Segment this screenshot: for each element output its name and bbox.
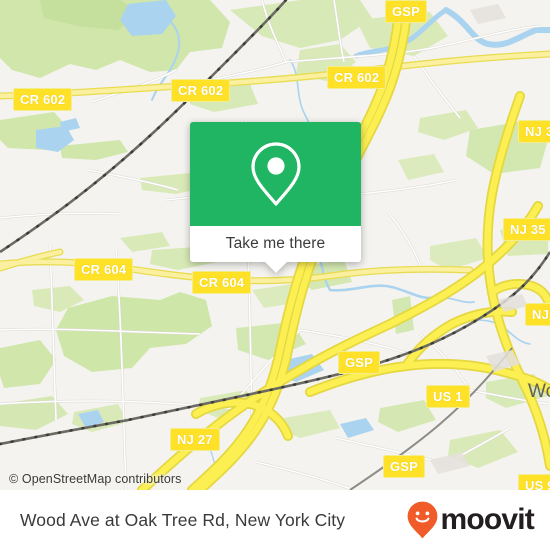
- moovit-pin-icon: [408, 501, 438, 539]
- road-shield-gsp: GSP: [385, 0, 428, 23]
- road-shield-nj35: NJ 35: [518, 120, 550, 143]
- road-shield-gsp: GSP: [338, 351, 381, 374]
- footer-bar: Wood Ave at Oak Tree Rd, New York City m…: [0, 490, 550, 550]
- road-shield-cr602: CR 602: [327, 66, 387, 89]
- road-shield-cr602: CR 602: [13, 88, 73, 111]
- road-shield-nj35: NJ 35: [503, 218, 550, 241]
- place-label-woodbridge: Wo: [528, 381, 550, 402]
- map-attribution: © OpenStreetMap contributors: [9, 472, 182, 486]
- road-shield-us9: US 9: [518, 474, 550, 490]
- road-shield-us1: US 1: [426, 385, 470, 408]
- moovit-wordmark: moovit: [440, 503, 534, 536]
- moovit-logo: moovit: [406, 500, 535, 540]
- location-title: Wood Ave at Oak Tree Rd, New York City: [20, 509, 346, 530]
- map-pin-icon: [250, 142, 301, 206]
- road-shield-nj35: NJ 35: [525, 303, 550, 326]
- moovit-map-screen: GSP CR 602 CR 602 CR 602 NJ 35 NJ 35 CR …: [0, 0, 550, 550]
- callout-action[interactable]: Take me there: [190, 226, 361, 273]
- callout-header: [190, 122, 361, 226]
- road-shield-cr602: CR 602: [171, 79, 231, 102]
- take-me-there-label: Take me there: [225, 235, 326, 252]
- road-shield-cr604: CR 604: [192, 271, 252, 294]
- callout-tail: [263, 261, 288, 273]
- road-shield-gsp: GSP: [383, 455, 426, 478]
- road-shield-cr604: CR 604: [74, 258, 134, 281]
- map-canvas[interactable]: GSP CR 602 CR 602 CR 602 NJ 35 NJ 35 CR …: [0, 0, 550, 490]
- road-shield-nj27: NJ 27: [170, 428, 220, 451]
- location-callout[interactable]: Take me there: [190, 122, 361, 273]
